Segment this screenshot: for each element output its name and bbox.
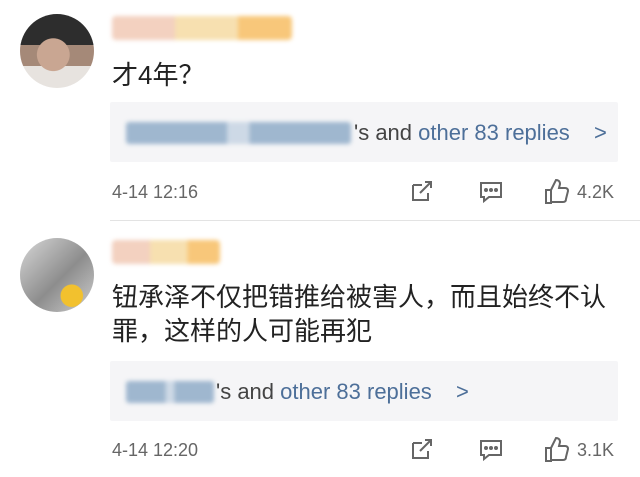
reply-preview[interactable]: 's and other 83 replies > (110, 102, 618, 162)
avatar[interactable] (20, 14, 94, 88)
comment-icon[interactable] (477, 178, 505, 206)
comment-actions: 4-14 12:20 3.1K (112, 436, 622, 464)
reply-suffix: 's and (354, 120, 413, 145)
username-redacted[interactable] (112, 240, 220, 264)
avatar[interactable] (20, 238, 94, 312)
more-replies-link[interactable]: other 83 replies (418, 120, 570, 145)
chevron-right-icon[interactable]: > (456, 379, 469, 404)
comment-icon[interactable] (477, 436, 505, 464)
comment-actions: 4-14 12:16 4.2K (112, 178, 622, 206)
like-count: 4.2K (577, 182, 615, 202)
comment-divider (110, 220, 640, 221)
comment-text: 钮承泽不仅把错推给被害人，而且始终不认罪，这样的人可能再犯 (112, 282, 607, 346)
comment-text: 才4年？ (112, 60, 205, 90)
like-count: 3.1K (577, 440, 615, 460)
timestamp: 4-14 12:20 (112, 440, 199, 460)
username-redacted[interactable] (112, 16, 292, 40)
share-icon[interactable] (407, 178, 435, 206)
reply-suffix: 's and (216, 379, 275, 404)
thumbs-up-icon[interactable] (542, 436, 570, 464)
share-icon[interactable] (407, 436, 435, 464)
chevron-right-icon[interactable]: > (594, 120, 607, 145)
thumbs-up-icon[interactable] (542, 178, 570, 206)
reply-users-redacted (126, 122, 351, 144)
reply-summary[interactable]: 's and other 83 replies > (354, 120, 607, 146)
reply-preview[interactable]: 's and other 83 replies > (110, 361, 618, 421)
reply-users-redacted (126, 381, 214, 403)
timestamp: 4-14 12:16 (112, 182, 199, 202)
reply-summary[interactable]: 's and other 83 replies > (216, 379, 469, 405)
more-replies-link[interactable]: other 83 replies (280, 379, 432, 404)
